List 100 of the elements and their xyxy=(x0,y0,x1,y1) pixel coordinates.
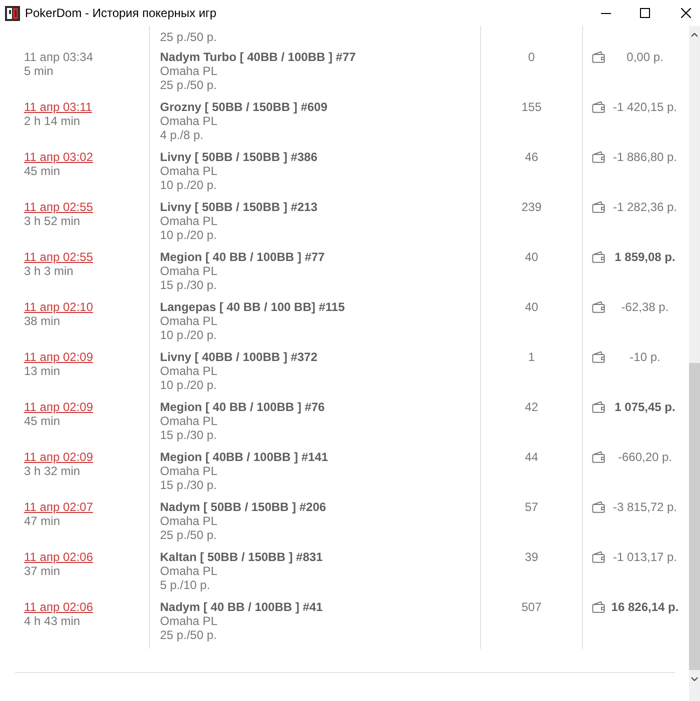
hands-count: 1 xyxy=(528,350,535,364)
table-name: Kaltan [ 50BB / 150BB ] #831 xyxy=(160,550,323,564)
hands-count: 0 xyxy=(528,50,535,64)
stakes-text: 15 р./30 р. xyxy=(160,478,217,492)
duration-text: 13 min xyxy=(24,364,60,378)
duration-text: 2 h 14 min xyxy=(24,114,80,128)
table-name: Grozny [ 50BB / 150BB ] #609 xyxy=(160,100,328,114)
date-link[interactable]: 11 апр 02:06 xyxy=(24,550,93,564)
chevron-down-icon[interactable] xyxy=(691,677,698,681)
amount-text: -3 815,72 р. xyxy=(612,500,678,514)
app-logo-icon xyxy=(5,6,20,20)
hands-count: 239 xyxy=(521,200,542,214)
date-link[interactable]: 11 апр 02:09 xyxy=(24,450,93,464)
wallet-icon xyxy=(592,601,605,613)
table-name: Megion [ 40BB / 100BB ] #141 xyxy=(160,450,328,464)
stakes-text: 25 р./50 р. xyxy=(160,628,217,642)
game-type: Omaha PL xyxy=(160,564,218,578)
stakes-text: 10 р./20 р. xyxy=(160,228,217,242)
game-type: Omaha PL xyxy=(160,414,218,428)
scrollbar-thumb[interactable] xyxy=(689,363,700,670)
minimize-icon[interactable] xyxy=(601,12,611,14)
wallet-icon xyxy=(592,251,605,263)
wallet-icon xyxy=(592,301,605,313)
amount-text: -1 013,17 р. xyxy=(612,550,678,564)
duration-text: 5 min xyxy=(24,64,54,78)
stakes-text: 5 р./10 р. xyxy=(160,578,210,592)
hands-count: 40 xyxy=(524,300,538,314)
table-name: Megion [ 40 BB / 100BB ] #77 xyxy=(160,250,325,264)
table-name: Nadym Turbo [ 40BB / 100BB ] #77 xyxy=(160,50,356,64)
date-link[interactable]: 11 апр 02:06 xyxy=(24,600,93,614)
amount-text: 16 826,14 р. xyxy=(611,600,679,614)
game-type: Omaha PL xyxy=(160,464,218,478)
hands-count: 507 xyxy=(521,600,542,614)
hands-count: 155 xyxy=(521,100,542,114)
maximize-icon[interactable] xyxy=(640,8,650,18)
stakes-text: 10 р./20 р. xyxy=(160,378,217,392)
wallet-icon xyxy=(592,101,605,113)
amount-text: -10 р. xyxy=(630,350,660,364)
date-link[interactable]: 11 апр 02:09 xyxy=(24,350,93,364)
wallet-icon xyxy=(592,551,605,563)
stakes-text: 25 р./50 р. xyxy=(160,528,217,542)
hands-count: 46 xyxy=(524,150,538,164)
amount-text: 0,00 р. xyxy=(626,50,664,64)
wallet-icon xyxy=(592,451,605,463)
amount-text: 1 859,08 р. xyxy=(614,250,676,264)
date-link[interactable]: 11 апр 03:11 xyxy=(24,100,92,114)
duration-text: 3 h 32 min xyxy=(24,464,80,478)
hands-count: 39 xyxy=(524,550,538,564)
stakes-text: 10 р./20 р. xyxy=(160,178,217,192)
hands-count: 44 xyxy=(524,450,538,464)
date-text: 11 апр 03:34 xyxy=(24,50,93,64)
date-link[interactable]: 11 апр 02:10 xyxy=(24,300,93,314)
game-type: Omaha PL xyxy=(160,264,218,278)
date-link[interactable]: 11 апр 03:02 xyxy=(24,150,93,164)
duration-text: 3 h 52 min xyxy=(24,214,80,228)
duration-text: 38 min xyxy=(24,314,60,328)
game-type: Omaha PL xyxy=(160,114,218,128)
wallet-icon xyxy=(592,51,605,63)
amount-text: -660,20 р. xyxy=(618,450,672,464)
date-link[interactable]: 11 апр 02:09 xyxy=(24,400,93,414)
window-title: PokerDom - История покерных игр xyxy=(25,6,216,20)
stakes-text: 10 р./20 р. xyxy=(160,328,217,342)
date-link[interactable]: 11 апр 02:55 xyxy=(24,250,93,264)
table-name: Megion [ 40 BB / 100BB ] #76 xyxy=(160,400,325,414)
amount-text: -1 886,80 р. xyxy=(612,150,678,164)
duration-text: 4 h 43 min xyxy=(24,614,80,628)
table-name: Livny [ 50BB / 150BB ] #213 xyxy=(160,200,318,214)
table-name: Livny [ 50BB / 150BB ] #386 xyxy=(160,150,318,164)
stakes-text: 25 р./50 р. xyxy=(160,78,217,92)
game-type: Omaha PL xyxy=(160,614,218,628)
close-icon[interactable] xyxy=(681,8,691,18)
duration-text: 3 h 3 min xyxy=(24,264,74,278)
amount-text: -62,38 р. xyxy=(621,300,669,314)
game-type: Omaha PL xyxy=(160,64,218,78)
game-type: Omaha PL xyxy=(160,164,218,178)
duration-text: 47 min xyxy=(24,514,60,528)
stakes-text: 25 р./50 р. xyxy=(160,30,217,44)
game-type: Omaha PL xyxy=(160,514,218,528)
hands-count: 40 xyxy=(524,250,538,264)
amount-text: 1 075,45 р. xyxy=(614,400,676,414)
table-name: Nadym [ 40 BB / 100BB ] #41 xyxy=(160,600,323,614)
date-link[interactable]: 11 апр 02:07 xyxy=(24,500,93,514)
wallet-icon xyxy=(592,351,605,363)
wallet-icon xyxy=(592,151,605,163)
scrollbar[interactable] xyxy=(689,26,700,701)
hands-count: 42 xyxy=(524,400,538,414)
wallet-icon xyxy=(592,401,605,413)
date-link[interactable]: 11 апр 02:55 xyxy=(24,200,93,214)
wallet-icon xyxy=(592,501,605,513)
game-type: Omaha PL xyxy=(160,214,218,228)
table-name: Livny [ 40BB / 100BB ] #372 xyxy=(160,350,318,364)
chevron-up-icon[interactable] xyxy=(691,32,698,36)
game-type: Omaha PL xyxy=(160,314,218,328)
wallet-icon xyxy=(592,201,605,213)
table-name: Langepas [ 40 BB / 100 BB] #115 xyxy=(160,300,345,314)
hands-count: 57 xyxy=(524,500,538,514)
amount-text: -1 282,36 р. xyxy=(612,200,678,214)
game-type: Omaha PL xyxy=(160,364,218,378)
stakes-text: 4 р./8 р. xyxy=(160,128,204,142)
duration-text: 45 min xyxy=(24,164,60,178)
